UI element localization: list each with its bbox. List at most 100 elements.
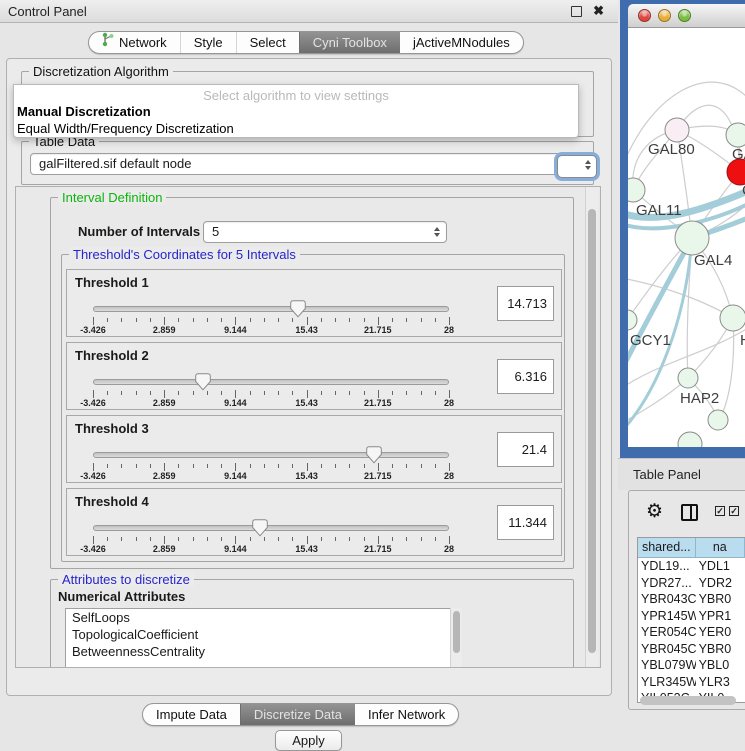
interval-definition-group: Interval Definition Number of Intervals … [50,197,574,569]
slider-thumb[interactable] [290,300,306,318]
column-header[interactable]: na [696,538,745,558]
tab-cyni-toolbox[interactable]: Cyni Toolbox [299,32,400,53]
apply-button[interactable]: Apply [275,730,342,751]
slider-thumb[interactable] [366,446,382,464]
threshold-slider[interactable]: -3.4262.8599.14415.4321.71528 [93,376,449,408]
threshold-slider[interactable]: -3.4262.8599.14415.4321.71528 [93,522,449,554]
tab-network[interactable]: Network [89,32,180,53]
threshold-label: Threshold 3 [75,421,149,436]
tab-label: Network [119,32,167,53]
table-cell[interactable]: YER0 [696,624,745,641]
threshold-label: Threshold 4 [75,494,149,509]
tab-discretize-data[interactable]: Discretize Data [240,704,355,725]
table-row[interactable]: YDL19...YDL1 [638,558,745,575]
network-node-gcy1[interactable] [628,310,637,330]
column-header[interactable]: shared... [638,538,696,558]
attributes-list-scrollbar[interactable] [450,608,462,668]
threshold-label: Threshold 1 [75,275,149,290]
table-cell[interactable]: YBR045C [638,641,696,658]
table-cell[interactable]: YLR345W [638,674,696,691]
table-row[interactable]: YPR145WYPR1 [638,608,745,625]
table-cell[interactable]: YDR2 [696,575,745,592]
gear-icon[interactable]: ⚙ [646,500,663,523]
cyni-toolbox-pane: Discretization Algorithm Table Data galF… [6,58,612,696]
table-cell[interactable]: YBR0 [696,641,745,658]
tab-style[interactable]: Style [180,32,236,53]
network-node-label: H [740,332,745,349]
numerical-attributes-list[interactable]: SelfLoopsTopologicalCoefficientBetweenne… [65,608,462,668]
tab-label: Impute Data [156,704,227,725]
table-cell[interactable]: YDR27... [638,575,696,592]
tab-label: Discretize Data [254,704,342,725]
threshold-value-field[interactable]: 21.4 [497,432,554,467]
axis-tick-label: 28 [444,325,454,335]
table-data-combobox[interactable]: galFiltered.sif default node [30,153,586,175]
axis-tick-label: 15.43 [295,325,318,335]
minimize-traffic-light-icon[interactable] [658,9,671,22]
table-row[interactable]: YDR27...YDR2 [638,575,745,592]
number-of-intervals-combobox[interactable]: 5 [203,221,447,243]
tab-infer-network[interactable]: Infer Network [355,704,458,725]
table-cell[interactable]: YBR043C [638,591,696,608]
threshold-slider[interactable]: -3.4262.8599.14415.4321.71528 [93,303,449,335]
algorithm-option[interactable]: Manual Discretization [14,103,578,120]
axis-tick-label: 9.144 [224,544,247,554]
slider-thumb[interactable] [252,519,268,537]
network-view-window[interactable]: GAL80GACGAL11GAL4GCY1HHAP2 [620,0,745,458]
table-cell[interactable]: YBR0 [696,591,745,608]
table-horizontal-scrollbar[interactable] [640,696,736,705]
attribute-list-item[interactable]: SelfLoops [66,609,461,626]
settings-scroll-viewport: Interval Definition Number of Intervals … [15,186,601,668]
network-node[interactable] [678,432,702,447]
table-cell[interactable]: YLR3 [696,674,745,691]
table-row[interactable]: YBL079WYBL0 [638,657,745,674]
algorithm-group-title: Discretization Algorithm [29,64,173,79]
threshold-value-field[interactable]: 14.713 [497,286,554,321]
table-cell[interactable]: YBL079W [638,657,696,674]
settings-scrollbar[interactable] [585,187,598,667]
table-row[interactable]: YBR043CYBR0 [638,591,745,608]
table-cell[interactable]: YPR1 [696,608,745,625]
slider-thumb[interactable] [195,373,211,391]
close-icon[interactable]: ✖ [593,3,604,19]
axis-tick-label: 9.144 [224,398,247,408]
table-row[interactable]: YLR345WYLR3 [638,674,745,691]
network-node[interactable] [708,410,728,430]
table-data-value: galFiltered.sif default node [39,156,191,171]
attribute-list-item[interactable]: TopologicalCoefficient [66,626,461,643]
float-window-icon[interactable] [571,6,582,17]
network-node-hap2[interactable] [678,368,698,388]
network-node-h[interactable] [720,305,745,331]
table-row[interactable]: YBR045CYBR0 [638,641,745,658]
tab-select[interactable]: Select [236,32,299,53]
network-edge [718,318,734,420]
table-cell[interactable]: YPR145W [638,608,696,625]
threshold-value-field[interactable]: 6.316 [497,359,554,394]
number-of-intervals-label: Number of Intervals [78,224,200,239]
zoom-traffic-light-icon[interactable] [678,9,691,22]
network-node-gal80[interactable] [665,118,689,142]
threshold-slider[interactable]: -3.4262.8599.14415.4321.71528 [93,449,449,481]
table-cell[interactable]: YDL19... [638,558,696,575]
close-traffic-light-icon[interactable] [638,9,651,22]
algorithm-option[interactable]: Equal Width/Frequency Discretization [14,120,578,137]
network-canvas[interactable]: GAL80GACGAL11GAL4GCY1HHAP2 [628,28,745,447]
checkbox-icon[interactable]: ✓ [715,506,725,516]
axis-tick-label: 15.43 [295,471,318,481]
table-row[interactable]: YER054CYER0 [638,624,745,641]
threshold-value-field[interactable]: 11.344 [497,505,554,540]
network-node-ga[interactable] [726,123,745,147]
split-view-icon[interactable] [681,504,698,521]
checkbox-icon[interactable]: ✓ [729,506,739,516]
attribute-list-item[interactable]: BetweennessCentrality [66,643,461,660]
network-node-gal4[interactable] [675,221,709,255]
axis-tick-label: -3.426 [80,398,106,408]
tab-jactivemnodules[interactable]: jActiveMNodules [400,32,523,53]
table-cell[interactable]: YER054C [638,624,696,641]
algorithm-combobox[interactable] [557,155,597,178]
table-cell[interactable]: YDL1 [696,558,745,575]
top-tab-bar: Network StyleSelectCyni ToolboxjActiveMNo… [88,31,524,54]
node-table[interactable]: shared...na YDL19...YDL1YDR27...YDR2YBR0… [637,537,745,703]
table-cell[interactable]: YBL0 [696,657,745,674]
tab-impute-data[interactable]: Impute Data [143,704,240,725]
